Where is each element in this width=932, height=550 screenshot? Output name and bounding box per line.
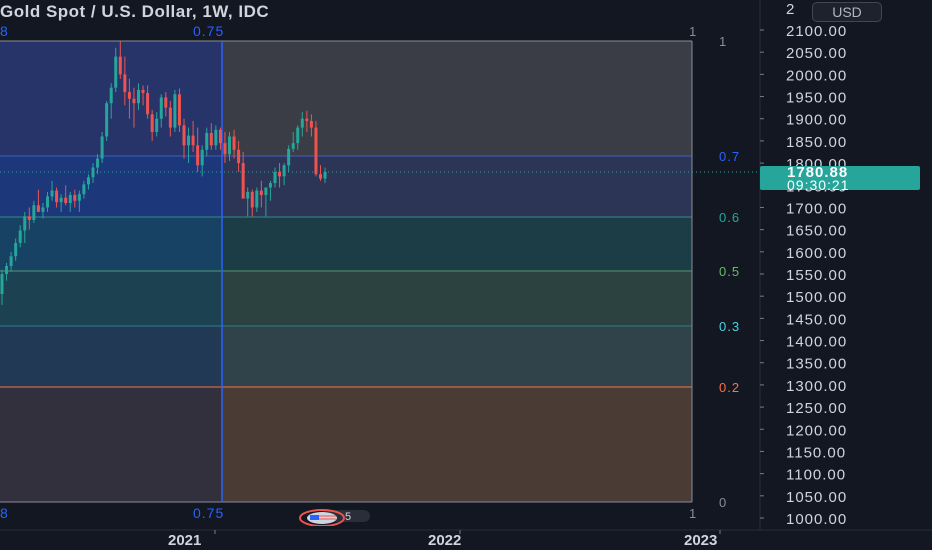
price-tick-label: 1900.00 [786, 112, 847, 129]
price-tick-label: 1250.00 [786, 400, 847, 417]
price-tick-label: 1400.00 [786, 334, 847, 351]
fib-time-label-bottom-0.75: 0.75 [193, 505, 224, 521]
price-tick-label: 1150.00 [786, 444, 846, 461]
candle [100, 132, 104, 164]
price-tick-label: 1850.00 [786, 134, 847, 151]
fib-band-0.6-0.5-right [222, 217, 692, 271]
fib-price-label-0: 0 [719, 495, 726, 510]
candle [173, 89, 177, 133]
fib-time-label-top-0.75: 0.75 [193, 23, 224, 39]
fib-band-1-0.7-right [222, 41, 692, 156]
events-badge[interactable]: 5 [298, 508, 370, 526]
fib-price-label-0.6: 0.6 [719, 210, 740, 225]
price-chart[interactable]: 8 0.75 1 8 0.75 1 1 0.7 0.6 0.5 0.3 0.2 … [0, 0, 932, 550]
fib-band-0.7-0.6-right [222, 156, 692, 217]
price-tick-label: 1100.00 [786, 467, 846, 484]
fib-price-label-1: 1 [719, 34, 726, 49]
price-tick-label: 1300.00 [786, 378, 847, 395]
price-tick-label: 1200.00 [786, 422, 847, 439]
fib-band-0.3-0.2-left [0, 326, 222, 387]
candle [105, 100, 109, 141]
fib-price-label-0.3: 0.3 [719, 319, 740, 334]
time-label-2023: 2023 [684, 532, 717, 549]
price-tick-label: 1350.00 [786, 356, 847, 373]
price-tick-label: 1050.00 [786, 489, 847, 506]
symbol-title[interactable]: Gold Spot / U.S. Dollar, 1W, IDC [0, 2, 269, 22]
price-tick-label: 1600.00 [786, 245, 847, 262]
bar-countdown: 09:30:21 [787, 177, 850, 193]
candle [314, 120, 318, 177]
fib-price-label-0.2: 0.2 [719, 380, 740, 395]
price-tick-label: 1000.00 [786, 511, 847, 528]
price-tick-label: 2000.00 [786, 67, 847, 84]
fib-band-0.5-0.3-right [222, 271, 692, 326]
price-axis[interactable]: 2100.00 2050.00 2000.00 1950.00 1900.00 1850.… [760, 23, 847, 528]
currency-button[interactable]: USD [812, 2, 882, 22]
fib-band-0.5-0.3-left [0, 271, 222, 326]
fib-time-label-bottom-1: 1 [689, 506, 696, 521]
current-price-label: 1780.88 09:30:21 [760, 164, 920, 193]
fib-time-label-top-1: 1 [689, 24, 696, 39]
fib-time-label-bottom-left: 8 [0, 505, 8, 521]
fib-band-0.6-0.5-left [0, 217, 222, 271]
price-tick-label: 1700.00 [786, 200, 847, 217]
time-label-2022: 2022 [428, 532, 461, 549]
fib-price-label-0.5: 0.5 [719, 264, 740, 279]
events-badge-count: 5 [345, 511, 351, 523]
fib-band-0.3-0.2-right [222, 326, 692, 387]
fib-price-label-0.7: 0.7 [719, 149, 740, 164]
fib-time-label-top-left: 8 [0, 23, 8, 39]
price-tick-label: 1950.00 [786, 90, 847, 107]
price-tick-label: 1500.00 [786, 289, 847, 306]
price-axis-top-partial: 2 [786, 1, 794, 18]
fib-band-0.2-0-left [0, 387, 222, 502]
price-tick-label: 1650.00 [786, 223, 847, 240]
price-tick-label: 1450.00 [786, 311, 847, 328]
fib-band-0.2-0-right [222, 387, 692, 502]
price-tick-label: 1550.00 [786, 267, 847, 284]
price-tick-label: 2050.00 [786, 45, 847, 62]
time-label-2021: 2021 [168, 532, 201, 549]
price-tick-label: 2100.00 [786, 23, 847, 40]
